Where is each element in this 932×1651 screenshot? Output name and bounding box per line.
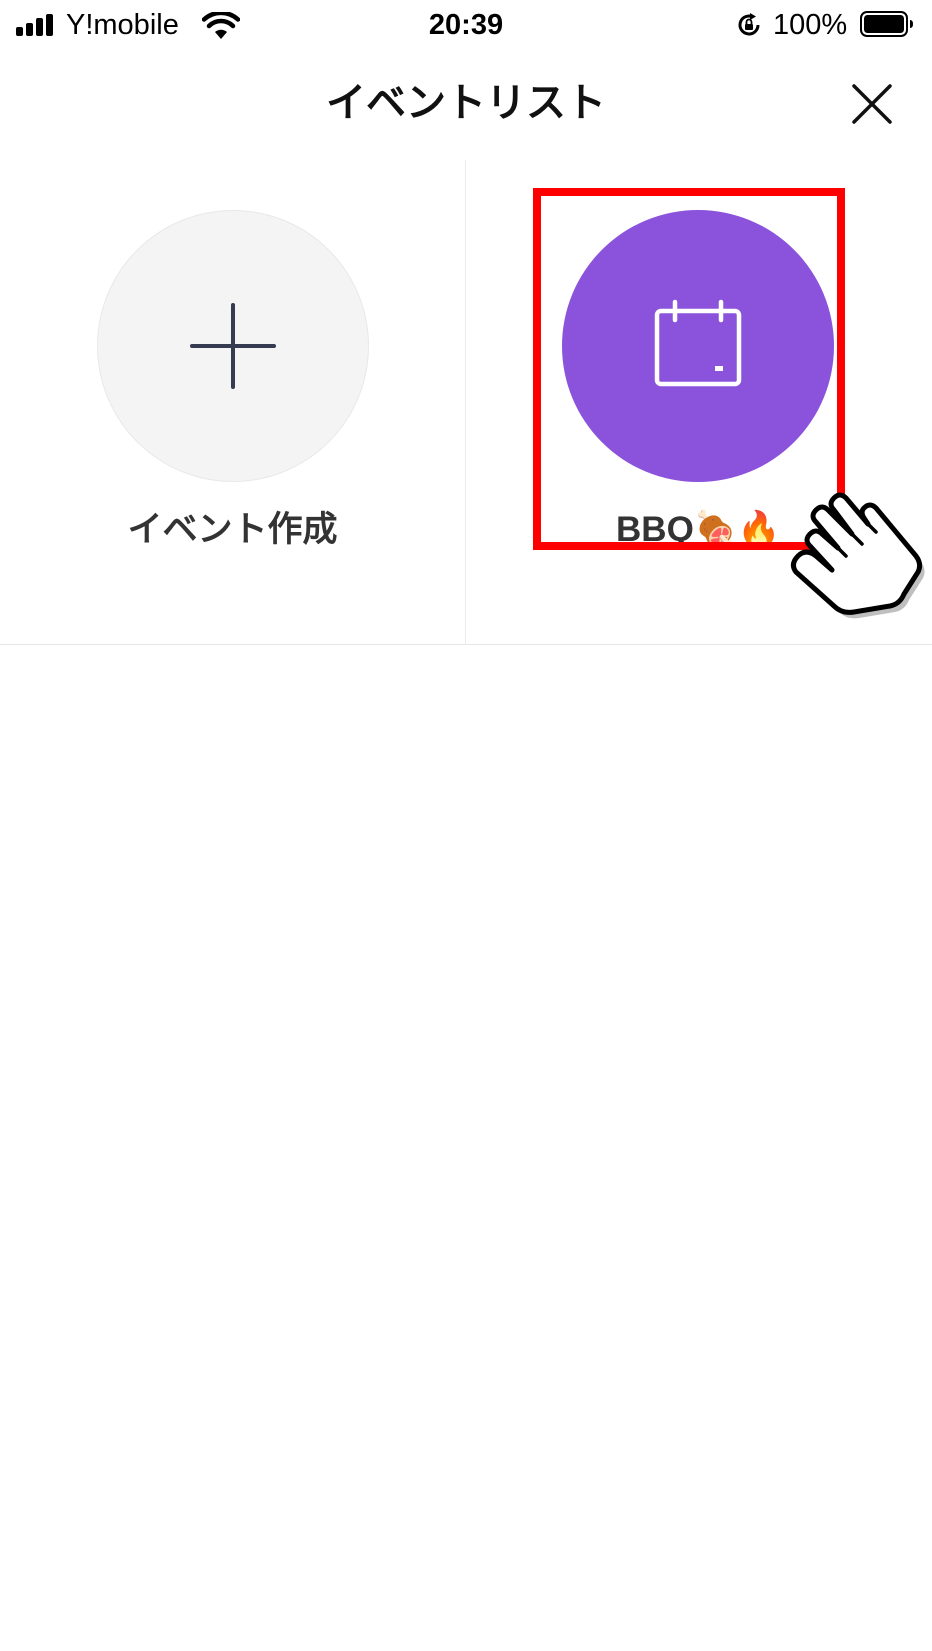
status-bar: Y!mobile 20:39 100% bbox=[0, 0, 932, 52]
rotation-lock-icon bbox=[738, 13, 760, 36]
create-event-button[interactable]: イベント作成 bbox=[0, 160, 465, 644]
header: イベントリスト bbox=[0, 52, 932, 160]
page-title: イベントリスト bbox=[326, 81, 606, 125]
close-icon[interactable] bbox=[848, 80, 896, 128]
create-event-circle[interactable] bbox=[97, 210, 369, 482]
battery-percent: 100% bbox=[773, 9, 848, 41]
plus-icon bbox=[190, 303, 276, 389]
battery-icon bbox=[860, 11, 913, 37]
hand-pointer-icon bbox=[790, 492, 925, 619]
create-event-label: イベント作成 bbox=[127, 510, 338, 549]
